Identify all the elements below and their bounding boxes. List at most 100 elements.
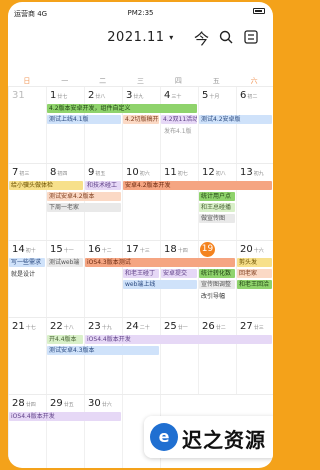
- watermark: e 迟之资源: [144, 416, 273, 458]
- event-bar[interactable]: 测试安卓4.3版本: [47, 346, 159, 355]
- today-marker: 19: [200, 242, 215, 257]
- day-number: 10初六: [126, 167, 150, 178]
- week-row: 21十七 22十八 23十九 24二十 25廿一 26廿二 27廿三 开4.4版…: [8, 317, 273, 395]
- chevron-down-icon: ▾: [169, 33, 174, 42]
- month-selector[interactable]: 2021.11 ▾: [8, 30, 273, 45]
- day-number: 15十一: [50, 244, 74, 255]
- day-number: 4三十: [164, 90, 182, 101]
- event-bar[interactable]: 安卓4.2版本开发: [123, 181, 272, 190]
- day-cell[interactable]: 10初六: [122, 164, 160, 241]
- day-cell[interactable]: 27廿三: [236, 318, 273, 395]
- day-cell[interactable]: 5十月: [198, 87, 236, 164]
- event-bar[interactable]: 统计转化数: [199, 269, 235, 278]
- event-bar[interactable]: iOS4.3版本测试: [85, 258, 235, 267]
- event-bar[interactable]: web端上线: [123, 280, 197, 289]
- month-label: 2021.11: [107, 30, 165, 45]
- weekday-thu: 四: [174, 77, 182, 85]
- day-number: 22十八: [50, 321, 74, 332]
- day-number: 7初三: [12, 167, 30, 178]
- day-cell[interactable]: 23十九: [84, 318, 122, 395]
- event-bar[interactable]: 测试4.2安卓版: [199, 115, 272, 124]
- day-cell[interactable]: 13初九: [236, 164, 273, 241]
- day-number: 3廿九: [126, 90, 144, 101]
- day-number: 29廿五: [50, 398, 74, 409]
- calendar-header: 2021.11 ▾ 今: [8, 22, 273, 52]
- weekday-mon: 一: [61, 77, 69, 85]
- today-button[interactable]: 今: [194, 28, 209, 49]
- event-bar[interactable]: 测试web端: [47, 258, 83, 267]
- day-number: 13初九: [240, 167, 264, 178]
- day-cell[interactable]: 11初七: [160, 164, 198, 241]
- event-bar[interactable]: 统计用户点: [199, 192, 235, 201]
- event-bar[interactable]: 给小骥头做体检: [9, 181, 83, 190]
- event-text[interactable]: 发布4.1版: [164, 126, 192, 135]
- event-bar[interactable]: 宣传图调整: [199, 280, 235, 289]
- event-bar[interactable]: 安卓提交: [161, 269, 197, 278]
- day-number: 11初七: [164, 167, 188, 178]
- more-icon[interactable]: [244, 30, 258, 48]
- weekday-sun: 日: [23, 77, 31, 85]
- weekday-header: 日 一 二 三 四 五 六: [8, 76, 273, 86]
- day-cell[interactable]: 29廿五: [46, 395, 84, 468]
- day-number: 18十四: [164, 244, 188, 255]
- day-cell[interactable]: 25廿一: [160, 318, 198, 395]
- weekday-tue: 二: [99, 77, 107, 85]
- day-cell[interactable]: 28廿四: [8, 395, 46, 468]
- day-cell[interactable]: 2廿八: [84, 87, 122, 164]
- day-number: 12初八: [202, 167, 226, 178]
- day-cell[interactable]: 1廿七: [46, 87, 84, 164]
- day-cell[interactable]: 7初三: [8, 164, 46, 241]
- event-bar[interactable]: 和技术碰工: [85, 181, 121, 190]
- day-cell[interactable]: 16十二: [84, 241, 122, 318]
- event-bar[interactable]: 和老王碰丁: [123, 269, 159, 278]
- day-number: 20十六: [240, 244, 264, 255]
- day-cell[interactable]: 31: [8, 87, 46, 164]
- event-bar[interactable]: 做宣传图: [199, 214, 235, 223]
- day-number: 17十三: [126, 244, 150, 255]
- day-cell[interactable]: 3廿九: [122, 87, 160, 164]
- event-bar[interactable]: 写一些需求: [9, 258, 45, 267]
- event-bar[interactable]: 测试安卓4.2版本: [47, 192, 121, 201]
- day-number: 5十月: [202, 90, 220, 101]
- event-bar[interactable]: 回老家: [237, 269, 272, 278]
- status-time: PM2:35: [127, 9, 154, 17]
- day-cell[interactable]: 30廿六: [84, 395, 122, 468]
- day-number: 26廿二: [202, 321, 226, 332]
- event-bar[interactable]: 4.2双11活动开发: [161, 115, 197, 124]
- day-cell[interactable]: 21十七: [8, 318, 46, 395]
- day-cell[interactable]: 24二十: [122, 318, 160, 395]
- event-text[interactable]: 就是设计: [11, 269, 35, 278]
- event-text[interactable]: 改引导幅: [201, 291, 225, 300]
- day-number: 30廿六: [88, 398, 112, 409]
- event-bar[interactable]: 4.2切版稿开发: [123, 115, 159, 124]
- day-cell[interactable]: 6初二: [236, 87, 273, 164]
- day-number: 14初十: [12, 244, 36, 255]
- event-bar[interactable]: 测试上线4.1版: [47, 115, 121, 124]
- calendar-grid: 31 1廿七 2廿八 3廿九 4三十 5十月 6初二 4.2版本安卓开发，组件自…: [8, 86, 273, 468]
- weekday-fri: 五: [212, 77, 220, 85]
- day-number: 23十九: [88, 321, 112, 332]
- search-icon[interactable]: [219, 30, 233, 48]
- logo-icon: e: [150, 423, 178, 451]
- day-cell[interactable]: 14初十: [8, 241, 46, 318]
- event-bar[interactable]: 和王总碰播: [199, 203, 235, 212]
- day-cell[interactable]: 15十一: [46, 241, 84, 318]
- event-bar[interactable]: 剪头发: [237, 258, 272, 267]
- event-bar[interactable]: 下周一老家: [47, 203, 121, 212]
- day-number: 1廿七: [50, 90, 68, 101]
- weekday-sat: 六: [250, 77, 258, 85]
- day-number: 9初五: [88, 167, 106, 178]
- battery-icon: [253, 8, 265, 14]
- day-cell[interactable]: 22十八: [46, 318, 84, 395]
- status-icons: [253, 8, 265, 14]
- day-cell[interactable]: 26廿二: [198, 318, 236, 395]
- event-bar[interactable]: 4.2版本安卓开发，组件自定义: [47, 104, 197, 113]
- event-bar[interactable]: 开4.4版本: [47, 335, 83, 344]
- day-number: 25廿一: [164, 321, 188, 332]
- week-row: 31 1廿七 2廿八 3廿九 4三十 5十月 6初二 4.2版本安卓开发，组件自…: [8, 86, 273, 164]
- event-bar[interactable]: iOS4.4版本开发: [85, 335, 272, 344]
- day-number: 27廿三: [240, 321, 264, 332]
- event-bar[interactable]: 和老王回洽: [237, 280, 272, 289]
- event-bar[interactable]: iOS4.4版本开发: [9, 412, 121, 421]
- day-number: 24二十: [126, 321, 150, 332]
